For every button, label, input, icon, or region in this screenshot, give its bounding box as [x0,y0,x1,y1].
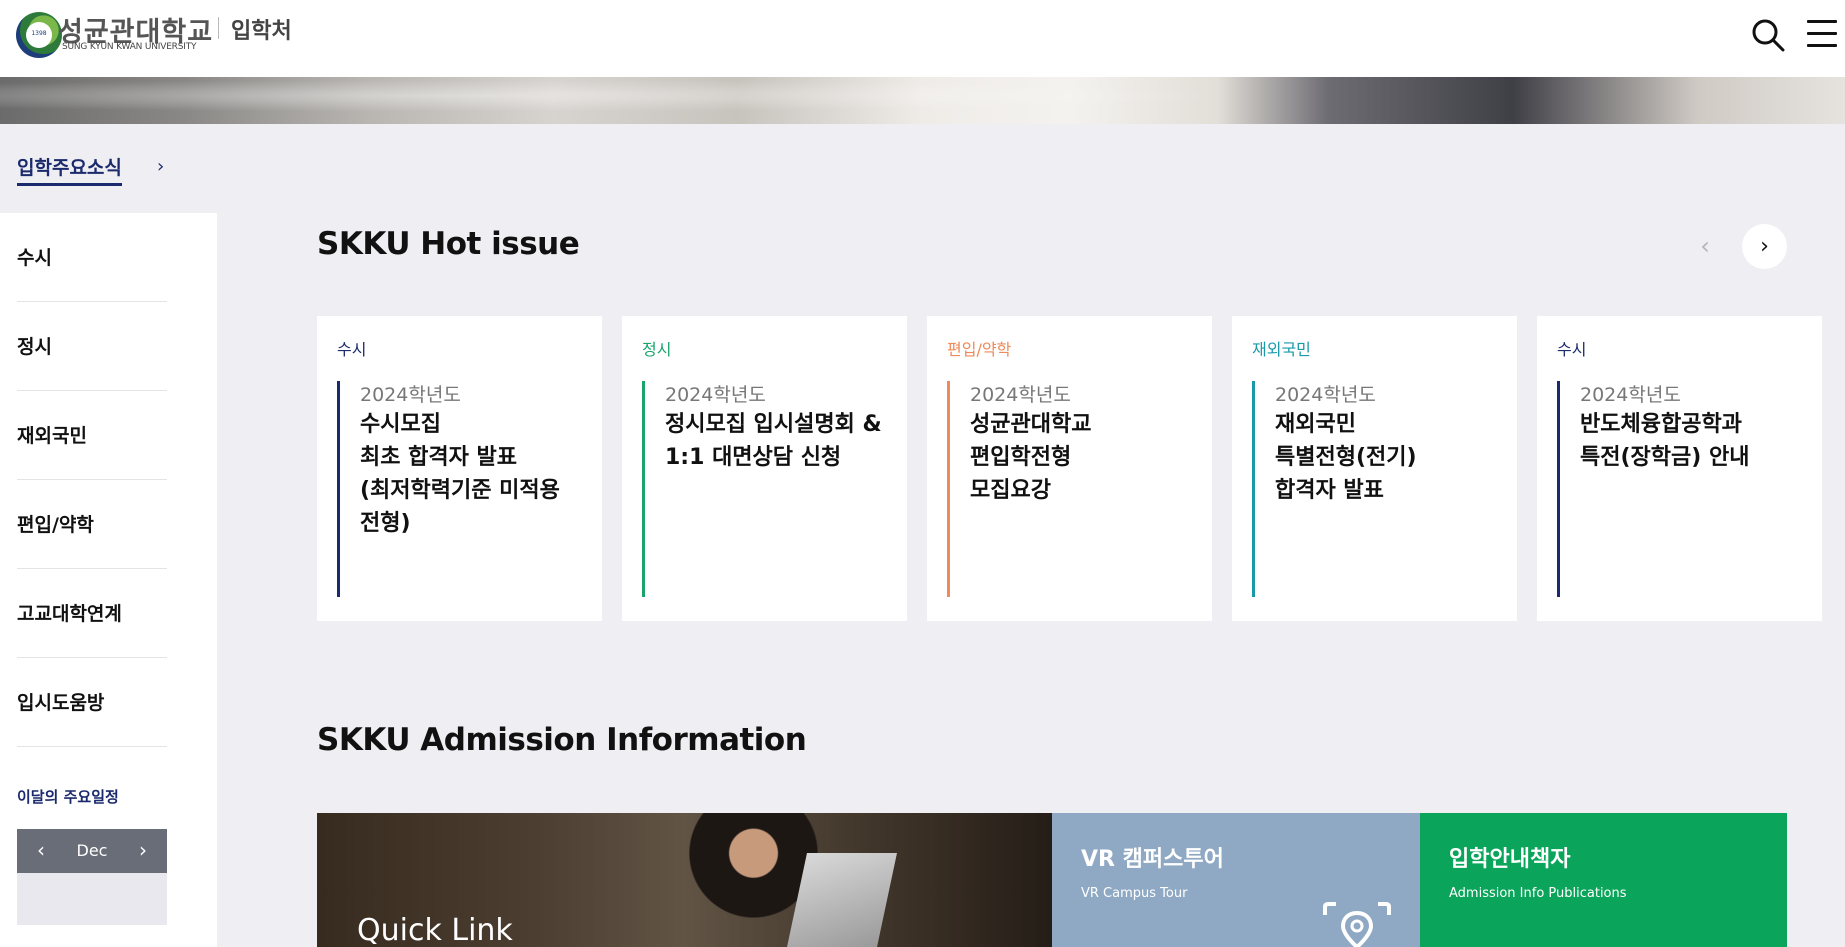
laptop-image [787,853,897,947]
sidebar-item-label: 정시 [17,336,52,358]
sidebar-item-school-link[interactable]: 고교대학연계 [17,569,167,658]
card-year: 2024학년도 [665,384,766,406]
card-year: 2024학년도 [360,384,461,406]
department-name[interactable]: 입학처 [231,13,292,45]
hot-issue-card[interactable]: 재외국민 2024학년도 재외국민 특별전형(전기) 합격자 발표 [1232,316,1517,621]
vr-tile-title: VR 캠퍼스투어 [1081,847,1224,872]
location-pin-icon [1323,902,1391,947]
hot-issue-card[interactable]: 수시 2024학년도 수시모집 최초 합격자 발표 (최저학력기준 미적용 전형… [317,316,602,621]
quick-link-label: Quick Link [357,913,513,947]
card-year: 2024학년도 [1580,384,1681,406]
card-accent-bar [1557,381,1560,597]
hot-issue-card[interactable]: 수시 2024학년도 반도체융합공학과 특전(장학금) 안내 [1537,316,1822,621]
sidebar-item-jeongsi[interactable]: 정시 [17,302,167,391]
sidebar-item-label: 고교대학연계 [17,603,122,625]
header: 1398 성균관대학교 SUNG KYUN KWAN UNIVERSITY 입학… [0,0,1845,77]
university-logo-emblem[interactable]: 1398 [16,12,62,58]
card-category: 수시 [337,340,367,359]
logo-year: 1398 [31,30,47,37]
card-title: 반도체융합공학과 특전(장학금) 안내 [1580,412,1750,470]
card-category: 정시 [642,340,672,359]
carousel-next-button[interactable]: › [1742,224,1787,269]
admission-publications-tile[interactable]: 입학안내책자 Admission Info Publications [1420,813,1787,947]
breadcrumb[interactable]: 입학주요소식 › [17,153,164,186]
quick-link-tile[interactable]: Quick Link [317,813,1052,947]
vr-campus-tour-tile[interactable]: VR 캠퍼스투어 VR Campus Tour [1052,813,1420,947]
card-category: 재외국민 [1252,340,1311,359]
sidebar-item-susi[interactable]: 수시 [17,213,167,302]
search-icon[interactable] [1751,18,1785,52]
hero-banner-image [0,77,1845,124]
sidebar-item-label: 재외국민 [17,425,87,447]
hot-issue-card[interactable]: 정시 2024학년도 정시모집 입시설명회 & 1:1 대면상담 신청 [622,316,907,621]
book-tile-title: 입학안내책자 [1449,847,1571,872]
sidebar-item-help-room[interactable]: 입시도움방 [17,658,167,747]
card-title: 재외국민 특별전형(전기) 합격자 발표 [1275,412,1417,503]
logo-divider [218,17,219,39]
sidebar: 수시 정시 재외국민 편입/약학 고교대학연계 입시도움방 이달의 주요일정 ‹… [0,213,217,947]
card-category: 수시 [1557,340,1587,359]
admission-info-title: SKKU Admission Information [317,722,807,758]
card-accent-bar [1252,381,1255,597]
card-year: 2024학년도 [1275,384,1376,406]
sidebar-item-label: 편입/약학 [17,514,94,536]
vr-tile-subtitle: VR Campus Tour [1081,886,1188,901]
card-title: 수시모집 최초 합격자 발표 (최저학력기준 미적용 전형) [360,412,560,536]
sidebar-item-label: 입시도움방 [17,692,105,714]
chevron-right-icon[interactable]: › [157,156,164,177]
breadcrumb-label[interactable]: 입학주요소식 [17,153,122,186]
chevron-right-icon[interactable]: › [131,838,155,862]
sidebar-item-transfer-pharmacy[interactable]: 편입/약학 [17,480,167,569]
logo-english-name: SUNG KYUN KWAN UNIVERSITY [62,42,197,52]
card-title: 성균관대학교 편입학전형 모집요강 [970,412,1092,503]
card-accent-bar [947,381,950,597]
sidebar-item-overseas[interactable]: 재외국민 [17,391,167,480]
sidebar-item-label: 수시 [17,247,52,269]
card-accent-bar [337,381,340,597]
card-year: 2024학년도 [970,384,1071,406]
schedule-title: 이달의 주요일정 [17,788,119,806]
card-title: 정시모집 입시설명회 & 1:1 대면상담 신청 [665,412,882,470]
carousel-prev-button[interactable]: ‹ [1688,224,1722,268]
card-accent-bar [642,381,645,597]
book-tile-subtitle: Admission Info Publications [1449,886,1627,901]
menu-icon[interactable] [1807,20,1837,48]
hot-issue-title: SKKU Hot issue [317,226,580,262]
month-selector: ‹ Dec › [17,829,167,873]
hot-issue-card[interactable]: 편입/약학 2024학년도 성균관대학교 편입학전형 모집요강 [927,316,1212,621]
card-category: 편입/약학 [947,340,1012,359]
schedule-list [17,873,167,925]
